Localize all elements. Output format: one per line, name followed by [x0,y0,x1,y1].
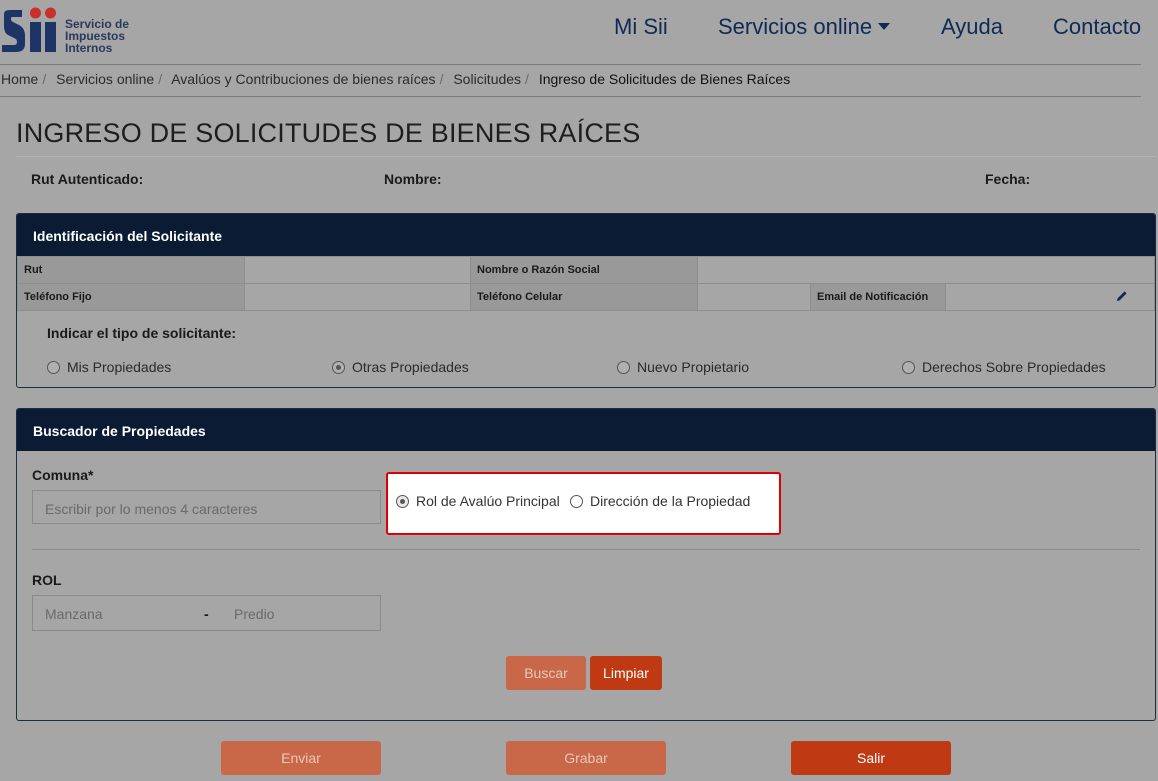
sii-logo[interactable]: Servicio de Impuestos Internos [0,4,140,56]
rol-separator: - [204,606,209,622]
nav-contacto[interactable]: Contacto [1053,14,1141,40]
breadcrumb-home[interactable]: Home [1,71,38,87]
radio-label: Dirección de la Propiedad [590,493,751,509]
breadcrumb: Home / Servicios online / Avalúos y Contri… [1,71,790,87]
radio-direccion-propiedad[interactable]: Dirección de la Propiedad [570,493,750,509]
radio-nuevo-propietario[interactable]: Nuevo Propietario [617,359,749,375]
nav-mi-sii[interactable]: Mi Sii [614,14,668,40]
table-row: Teléfono Fijo Teléfono Celular Email de … [17,283,1155,311]
radio-circle [47,360,60,374]
breadcrumb-separator: / [439,71,444,87]
breadcrumb-current: Ingreso de Solicitudes de Bienes Raíces [538,71,791,87]
nav-servicios-online[interactable]: Servicios online [718,14,891,40]
radio-label: Derechos Sobre Propiedades [922,359,1106,375]
rol-input-group: Manzana - Predio [32,595,381,631]
radio-circle [902,360,915,374]
breadcrumb-divider [0,96,1141,97]
breadcrumb-solicitudes[interactable]: Solicitudes [453,71,521,87]
enviar-button[interactable]: Enviar [221,741,381,775]
limpiar-button[interactable]: Limpiar [590,656,662,690]
logo-text: Servicio de Impuestos Internos [65,18,129,54]
comuna-input[interactable]: Escribir por lo menos 4 caracteres [32,490,381,524]
radio-mis-propiedades[interactable]: Mis Propiedades [47,359,171,375]
nombre-label: Nombre: [384,171,442,187]
breadcrumb-servicios-online[interactable]: Servicios online [56,71,154,87]
radio-circle-checked [332,360,345,374]
breadcrumb-avaluos[interactable]: Avalúos y Contribuciones de bienes raíce… [171,71,435,87]
fecha-label: Fecha: [985,171,1031,187]
email-notificacion-label: Email de Notificación [810,283,946,311]
predio-input[interactable]: Predio [234,606,274,622]
salir-button[interactable]: Salir [791,741,951,775]
buscar-button[interactable]: Buscar [506,656,586,690]
breadcrumb-separator: / [42,71,47,87]
title-divider [16,156,1156,157]
solicitante-panel: Identificación del Solicitante Rut Nombr… [16,213,1156,388]
sii-logo-mark [2,7,56,52]
buscador-heading: Buscador de Propiedades [17,409,1155,451]
pencil-icon[interactable] [1116,290,1128,302]
logo-text-line: Internos [65,41,113,55]
rut-autenticado-label: Rut Autenticado: [31,171,144,187]
radio-label: Mis Propiedades [67,359,172,375]
nav-ayuda[interactable]: Ayuda [941,14,1003,40]
radio-otras-propiedades[interactable]: Otras Propiedades [332,359,469,375]
radio-circle [617,360,630,374]
telefono-fijo-label: Teléfono Fijo [17,283,245,311]
breadcrumb-separator: / [158,71,163,87]
telefono-celular-label: Teléfono Celular [470,283,698,311]
tipo-solicitante-label: Indicar el tipo de solicitante: [47,325,237,341]
solicitante-heading: Identificación del Solicitante [17,214,1155,256]
radio-label: Otras Propiedades [352,359,469,375]
telefono-celular-value [697,283,811,311]
radio-circle-checked [396,494,409,508]
site-header: Servicio de Impuestos Internos Mi Sii Se… [0,0,1158,64]
header-divider [0,64,1141,65]
rol-label: ROL [32,572,62,588]
radio-label: Rol de Avalúo Principal [416,493,560,509]
caret-down-icon [878,22,891,30]
grabar-button[interactable]: Grabar [506,741,666,775]
search-type-highlight: Rol de Avalúo Principal Dirección de la … [386,472,781,535]
nombre-razon-social-value [697,256,1155,284]
radio-derechos-sobre-propiedades[interactable]: Derechos Sobre Propiedades [902,359,1106,375]
table-row: Rut Nombre o Razón Social [17,256,1155,284]
radio-label: Nuevo Propietario [637,359,750,375]
manzana-input[interactable]: Manzana [45,606,103,622]
breadcrumb-separator: / [525,71,529,87]
radio-circle [570,494,583,508]
nav-servicios-label: Servicios online [718,14,873,39]
nombre-razon-social-label: Nombre o Razón Social [470,256,698,284]
buscador-divider [32,549,1140,550]
telefono-fijo-value [244,283,471,311]
rut-label: Rut [17,256,245,284]
buscador-panel: Buscador de Propiedades [16,408,1156,721]
page-title: INGRESO DE SOLICITUDES DE BIENES RAÍCES [16,118,641,148]
comuna-placeholder: Escribir por lo menos 4 caracteres [45,501,258,517]
rut-value [244,256,471,284]
radio-rol-avaluo-principal[interactable]: Rol de Avalúo Principal [396,493,560,509]
comuna-label: Comuna* [32,467,94,483]
solicitante-table: Rut Nombre o Razón Social Teléfono Fijo … [17,256,1155,311]
